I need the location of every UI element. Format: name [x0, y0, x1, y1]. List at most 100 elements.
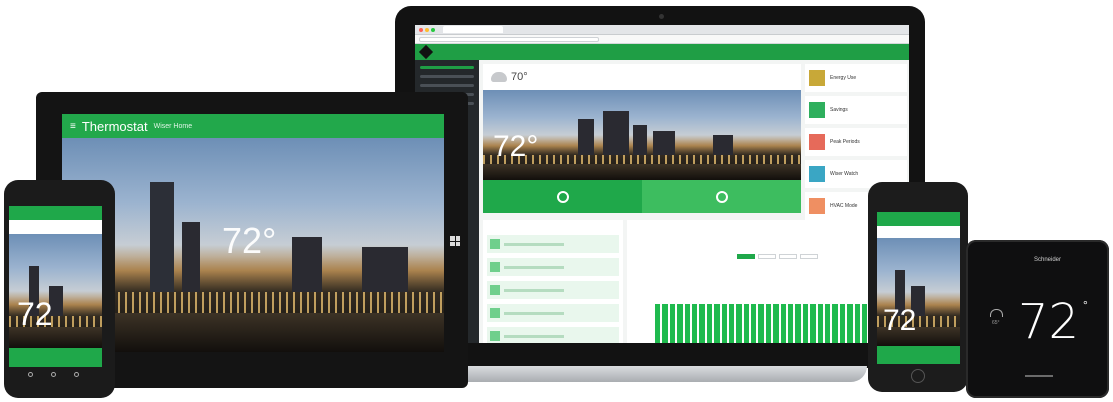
mode-next[interactable] [642, 180, 801, 213]
sidebar-item[interactable] [420, 84, 474, 87]
card-title: HVAC Mode [830, 203, 858, 209]
range-tab[interactable] [758, 254, 776, 259]
leaf-icon [490, 262, 500, 272]
usage-bar [677, 304, 683, 343]
mode-strip[interactable] [877, 346, 960, 364]
page-title: Thermostat [81, 118, 148, 134]
list-item[interactable] [487, 258, 619, 276]
list-item[interactable] [487, 304, 619, 322]
usage-bar [788, 304, 794, 343]
usage-chart-panel [627, 220, 907, 343]
maximize-window-icon[interactable] [431, 27, 435, 32]
app-header [415, 44, 909, 60]
usage-bar [669, 304, 676, 343]
leaf-icon [490, 285, 500, 295]
recents-icon[interactable] [74, 372, 79, 377]
hvac-icon [809, 198, 825, 214]
usage-bar [758, 304, 764, 343]
card-energy-use[interactable]: Energy Use [805, 64, 907, 92]
home-button[interactable] [911, 369, 925, 383]
usage-bar [721, 304, 727, 343]
usage-bar [765, 304, 772, 343]
menu-icon[interactable]: ≡ [70, 121, 76, 132]
usage-bar [824, 304, 831, 343]
usage-bar [699, 304, 705, 343]
leaf-icon [490, 308, 500, 318]
usage-bar [691, 304, 698, 343]
card-title: Savings [830, 107, 848, 113]
usage-bar [795, 304, 801, 343]
list-item[interactable] [487, 281, 619, 299]
sidebar-item[interactable] [420, 75, 474, 78]
degree-symbol: ° [1083, 298, 1088, 312]
usage-bar [684, 304, 690, 343]
outside-temp: 65° [992, 320, 1000, 326]
android-nav-bar [28, 372, 79, 377]
close-window-icon[interactable] [419, 27, 423, 32]
mode-ring-icon [556, 190, 569, 203]
address-bar[interactable] [415, 35, 909, 44]
usage-bar [839, 304, 846, 343]
weather-header: 70° [483, 64, 801, 90]
activity-panel [483, 220, 623, 343]
usage-bar [706, 304, 713, 343]
thermostat-hero-card: 70° 72° [483, 64, 801, 213]
home-icon[interactable] [51, 372, 56, 377]
mode-strip[interactable] [9, 348, 102, 367]
laptop-base [452, 366, 867, 382]
current-temperature: 72° [493, 130, 539, 163]
usage-bar [743, 304, 750, 343]
iphone-header [877, 212, 960, 226]
mode-now[interactable] [483, 180, 642, 213]
current-temperature: 72 [17, 296, 53, 332]
usage-bar [861, 304, 868, 343]
windows-icon [450, 236, 460, 246]
usage-bar [780, 304, 787, 343]
card-title: Wiser Watch [830, 171, 859, 177]
usage-bar [655, 304, 661, 343]
laptop-screen: 70° 72° Energy Use Savings Peak Periods … [415, 25, 909, 343]
list-item[interactable] [487, 327, 619, 343]
back-icon[interactable] [28, 372, 33, 377]
usage-bar [751, 304, 757, 343]
dashboard: 70° 72° Energy Use Savings Peak Periods … [415, 60, 909, 343]
current-temperature: 72° [222, 220, 277, 261]
card-title: Energy Use [830, 75, 857, 81]
range-tab[interactable] [800, 254, 818, 259]
touch-bar[interactable] [1025, 375, 1053, 377]
camera-icon [659, 14, 664, 19]
weather-icon [990, 309, 1003, 317]
skyline-photo: 72° [62, 138, 444, 352]
android-screen: 72 [9, 206, 102, 367]
usage-bar [728, 304, 735, 343]
tablet-header: ≡ Thermostat Wiser Home [62, 114, 444, 138]
usage-bar [714, 304, 720, 343]
url-field[interactable] [419, 36, 599, 42]
range-tab[interactable] [779, 254, 797, 259]
usage-bar [773, 304, 779, 343]
card-title: Peak Periods [830, 139, 860, 145]
wiser-logo-icon [418, 44, 434, 60]
usage-bars [655, 304, 897, 343]
current-temperature: 72 [1018, 294, 1080, 350]
sidebar-item-home[interactable] [420, 66, 474, 69]
device-showcase: 70° 72° Energy Use Savings Peak Periods … [0, 0, 1113, 402]
browser-tab-bar [415, 25, 909, 35]
watch-icon [809, 166, 825, 182]
usage-bar [662, 304, 668, 343]
iphone-screen: 72 [877, 212, 960, 364]
browser-tab[interactable] [443, 26, 503, 33]
minimize-window-icon[interactable] [425, 27, 429, 32]
mode-ring-icon [715, 190, 728, 203]
brand-logo: Schneider [1034, 257, 1062, 263]
usage-bar [802, 304, 809, 343]
usage-bar [854, 304, 860, 343]
card-peak-periods[interactable]: Peak Periods [805, 128, 907, 156]
card-savings[interactable]: Savings [805, 96, 907, 124]
android-header [9, 206, 102, 220]
range-tab[interactable] [737, 254, 755, 259]
peak-icon [809, 134, 825, 150]
usage-bar [817, 304, 823, 343]
home-name: Wiser Home [153, 122, 193, 130]
list-item[interactable] [487, 235, 619, 253]
